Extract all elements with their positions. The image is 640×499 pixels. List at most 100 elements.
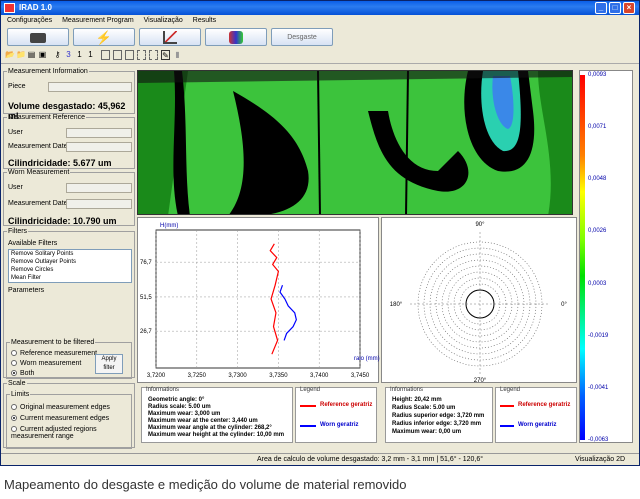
print-icon[interactable]: ▤ [27, 50, 36, 60]
pencil-icon[interactable]: ✎ [161, 50, 170, 60]
select-icon[interactable] [137, 50, 146, 60]
worn-group: Worn Measurement User Measurement Date C… [3, 169, 135, 226]
limits-legend: Limits [11, 391, 30, 398]
chart-button[interactable] [139, 28, 201, 46]
polar-angle-label: 270° [474, 378, 487, 384]
radio-adjusted-range-label: Current adjusted regions measurement ran… [11, 426, 97, 440]
y-axis-label: H(mm) [160, 223, 178, 229]
info-profile-row: Geometric angle: 0° [148, 397, 205, 403]
worn-date-field[interactable] [66, 199, 132, 209]
cube-icon [229, 31, 243, 44]
parameters-label: Parameters [8, 287, 45, 294]
piece-field[interactable] [48, 82, 132, 92]
view3d-button[interactable] [205, 28, 267, 46]
heatmap-svg [138, 71, 572, 214]
colorbar-tick-label: 0,0026 [588, 228, 607, 235]
figure-caption: Mapeamento do desgaste e medição do volu… [4, 477, 407, 492]
step-1a-icon[interactable]: 1 [75, 50, 84, 60]
radio-adjusted-range[interactable]: Current adjusted regions measurement ran… [11, 426, 131, 440]
series-line [269, 243, 280, 355]
profile-chart: 3,7200 3,7250 3,7300 3,7350 3,7400 3,7450 76,7… [140, 223, 380, 379]
radio-current-edges-label: Current measurement edges [20, 415, 110, 422]
filter-item[interactable]: Mean Filter [9, 274, 131, 282]
radio-icon [11, 360, 17, 367]
legend-polar-reference: Reference geratriz [518, 402, 571, 408]
legend-panel-profile: Legend Reference geratriz Worn geratriz [295, 387, 377, 443]
key-icon[interactable]: ⚷ [53, 50, 62, 60]
colorbar-tick-label: 0,0003 [588, 280, 607, 287]
region-icon[interactable] [125, 50, 134, 60]
title-bar: IRAD 1.0 _ □ × [1, 1, 639, 15]
measurement-info-legend: Measurement Information [8, 68, 88, 75]
info-panel-polar: Informations Height: 20,42 mm Radius Sca… [385, 387, 493, 443]
lock-icon[interactable]: ▮ [173, 50, 182, 60]
legend-profile-header: Legend [300, 387, 321, 393]
view-icon[interactable] [101, 50, 110, 60]
radio-both[interactable]: Both [11, 370, 34, 377]
colorbar-tick-label: 0,0048 [588, 176, 607, 183]
desgaste-label: Desgaste [287, 34, 317, 41]
menu-item-visualizacao[interactable]: Visualização [144, 17, 183, 24]
filter-item[interactable]: Remove Outlayer Points [9, 258, 131, 266]
grid-icon[interactable] [113, 50, 122, 60]
step-3-icon[interactable]: 3 [64, 50, 73, 60]
polar-angle-label: 180° [390, 302, 403, 308]
save-icon[interactable]: ▣ [38, 50, 47, 60]
radio-worn[interactable]: Worn measurement [11, 360, 81, 367]
filters-legend: Filters [8, 228, 28, 235]
polar-plot-pane: 90° 270° 180° 0° [381, 217, 577, 384]
main-toolbar: ⚡ Desgaste [1, 26, 639, 48]
measurement-filtered-legend: Measurement to be filtered [11, 339, 95, 346]
x-tick-label: 3,7200 [147, 373, 166, 379]
reference-user-field[interactable] [66, 128, 132, 138]
reference-date-field[interactable] [66, 142, 132, 152]
menu-item-measurement-program[interactable]: Measurement Program [62, 17, 134, 24]
radio-current-edges[interactable]: Current measurement edges [11, 415, 109, 422]
open-icon[interactable]: 📂 [5, 50, 15, 60]
radio-worn-label: Worn measurement [20, 360, 82, 367]
x-tick-label: 3,7350 [269, 373, 288, 379]
legend-swatch-reference [300, 405, 316, 407]
limits-group: Limits Original measurement edges Curren… [6, 391, 132, 449]
measure-button[interactable]: ⚡ [73, 28, 135, 46]
worn-user-field[interactable] [66, 183, 132, 193]
radio-reference[interactable]: Reference measurement [11, 350, 97, 357]
radio-original-edges[interactable]: Original measurement edges [11, 404, 110, 411]
reference-user-label: User [8, 129, 23, 136]
menu-item-configuracoes[interactable]: Configurações [7, 17, 52, 24]
reference-group: Measurement Reference User Measurement D… [3, 114, 135, 169]
legend-swatch-worn [300, 425, 316, 427]
info-polar-row: Radius Scale: 5.00 um [392, 405, 456, 411]
folder-icon[interactable]: 📁 [16, 50, 26, 60]
colorbar-tick-label: -0,0019 [588, 332, 609, 339]
info-panel-profile: Informations Geometric angle: 0° Radius … [141, 387, 293, 443]
tool-strip: 📂 📁 ▤ ▣ ⚷ 3 1 1 ✎ ▮ [1, 48, 639, 64]
filters-list[interactable]: Remove Solitary Points Remove Outlayer P… [8, 249, 132, 283]
info-polar-row: Radius superior edge: 3,720 mm [392, 413, 485, 419]
legend-swatch-reference [500, 405, 514, 407]
camera-button[interactable] [7, 28, 69, 46]
color-gradient [580, 75, 585, 440]
desgaste-button[interactable]: Desgaste [271, 28, 333, 46]
menu-item-results[interactable]: Results [193, 17, 216, 24]
wear-heatmap[interactable] [137, 70, 573, 215]
status-volume-area: Area de calculo de volume desgastado: 3,… [257, 456, 484, 463]
polar-chart: 90° 270° 180° 0° [390, 222, 568, 384]
window-title: IRAD 1.0 [19, 3, 52, 12]
polar-angle-label: 90° [475, 222, 485, 228]
zoom-icon[interactable] [149, 50, 158, 60]
worn-user-label: User [8, 184, 23, 191]
info-profile-row: Maximum wear height at the cylinder: 10,… [148, 432, 285, 438]
apply-filter-button[interactable]: Apply filter [95, 354, 123, 374]
radio-both-label: Both [20, 370, 35, 377]
filter-item[interactable]: Remove Solitary Points [9, 250, 131, 258]
minimize-button[interactable]: _ [595, 2, 607, 14]
chart-icon [163, 31, 177, 44]
close-button[interactable]: × [623, 2, 635, 14]
legend-profile-reference: Reference geratriz [320, 402, 373, 408]
maximize-button[interactable]: □ [609, 2, 621, 14]
measurement-filtered-group: Measurement to be filtered Reference mea… [6, 339, 132, 379]
x-tick-label: 3,7450 [351, 373, 370, 379]
filter-item[interactable]: Remove Circles [9, 266, 131, 274]
step-1b-icon[interactable]: 1 [86, 50, 95, 60]
